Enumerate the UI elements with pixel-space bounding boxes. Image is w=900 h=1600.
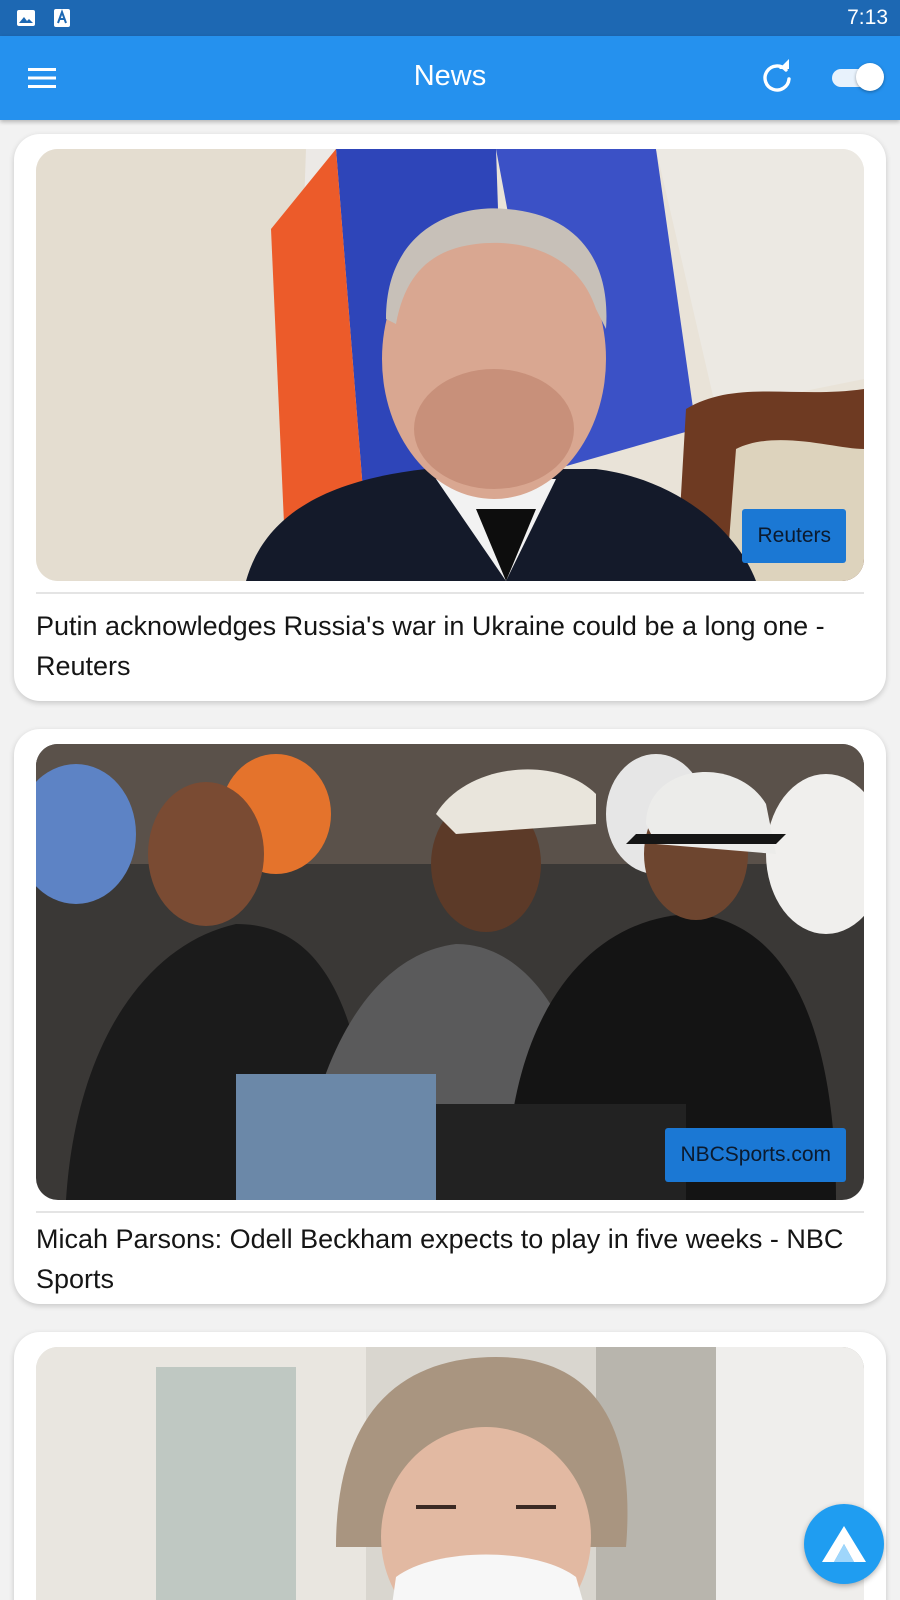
news-photo	[36, 149, 864, 581]
font-a-icon	[54, 9, 70, 27]
news-image[interactable]: Reuters	[36, 149, 864, 581]
news-image[interactable]: NBCSports.com	[36, 744, 864, 1200]
app-bar: News	[0, 36, 900, 120]
status-bar: 7:13	[0, 0, 900, 36]
toggle-thumb	[856, 63, 884, 91]
news-feed[interactable]: Reuters Putin acknowledges Russia's war …	[0, 120, 900, 1600]
news-card[interactable]: Reuters Putin acknowledges Russia's war …	[14, 134, 886, 701]
dark-mode-toggle[interactable]	[830, 62, 886, 92]
status-time: 7:13	[847, 6, 888, 29]
source-badge: Reuters	[742, 509, 846, 563]
divider	[36, 1211, 864, 1213]
source-badge: NBCSports.com	[665, 1128, 846, 1182]
divider	[36, 592, 864, 594]
news-card[interactable]: NBCSports.com Micah Parsons: Odell Beckh…	[14, 729, 886, 1304]
app-fab-button[interactable]	[804, 1504, 884, 1584]
news-card[interactable]	[14, 1332, 886, 1600]
news-photo	[36, 1347, 864, 1600]
app-logo-icon	[822, 1526, 866, 1562]
headline[interactable]: Micah Parsons: Odell Beckham expects to …	[36, 1219, 866, 1299]
news-image[interactable]	[36, 1347, 864, 1600]
image-icon	[17, 10, 35, 26]
headline[interactable]: Putin acknowledges Russia's war in Ukrai…	[36, 606, 866, 686]
refresh-icon[interactable]	[758, 58, 796, 96]
